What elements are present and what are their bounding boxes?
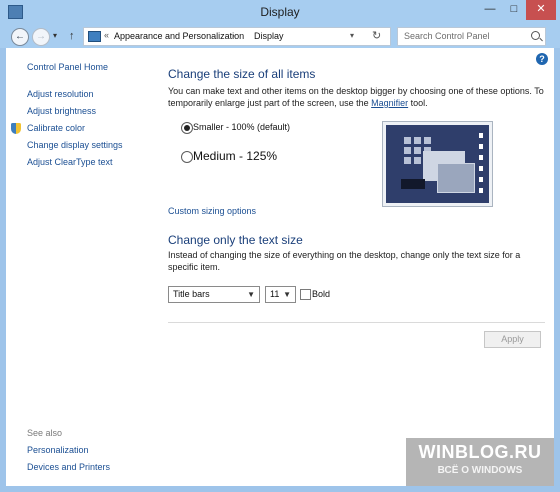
crumb-appearance[interactable]: Appearance and Personalization bbox=[114, 31, 244, 41]
recent-locations-button[interactable]: ▾ bbox=[53, 31, 57, 40]
control-panel-icon bbox=[88, 31, 101, 42]
text-size-heading: Change only the text size bbox=[168, 233, 303, 247]
chevron-down-icon: ▼ bbox=[247, 290, 255, 299]
preview-window-front bbox=[437, 163, 475, 193]
size-heading: Change the size of all items bbox=[168, 67, 316, 81]
minimize-button[interactable]: — bbox=[478, 0, 502, 20]
sidebar-change-display-settings[interactable]: Change display settings bbox=[27, 140, 123, 150]
window-title: Display bbox=[260, 5, 300, 19]
refresh-icon[interactable]: ↻ bbox=[372, 29, 381, 42]
forward-button[interactable]: → bbox=[32, 28, 50, 46]
watermark-line-1: WINBLOG.RU bbox=[418, 442, 542, 462]
search-icon[interactable] bbox=[531, 31, 540, 40]
title-bar[interactable]: Display — □ ✕ bbox=[0, 0, 560, 24]
help-icon[interactable]: ? bbox=[536, 53, 548, 65]
sidebar-personalization[interactable]: Personalization bbox=[27, 445, 89, 455]
size-option-smaller-label[interactable]: Smaller - 100% (default) bbox=[193, 122, 290, 132]
sidebar-control-panel-home[interactable]: Control Panel Home bbox=[27, 62, 108, 72]
crumb-separator-icon[interactable]: › bbox=[232, 31, 235, 40]
watermark: WINBLOG.RU ВСЁ О WINDOWS bbox=[406, 438, 554, 486]
preview-side-bar bbox=[479, 133, 483, 195]
shield-icon bbox=[11, 123, 21, 134]
watermark-line-2: ВСЁ О WINDOWS bbox=[437, 465, 523, 476]
see-also-heading: See also bbox=[27, 428, 63, 438]
sidebar-adjust-cleartype[interactable]: Adjust ClearType text bbox=[27, 157, 113, 167]
item-select[interactable]: Title bars ▼ bbox=[168, 286, 260, 303]
sidebar-adjust-brightness[interactable]: Adjust brightness bbox=[27, 106, 96, 116]
sidebar-devices-and-printers[interactable]: Devices and Printers bbox=[27, 462, 110, 472]
size-preview-image bbox=[382, 121, 493, 207]
address-bar: ← → ▾ ↑ « Appearance and Personalization… bbox=[0, 24, 560, 48]
maximize-button[interactable]: □ bbox=[502, 0, 526, 20]
address-dropdown-icon[interactable]: ▾ bbox=[350, 31, 354, 40]
crumb-display[interactable]: Display bbox=[254, 31, 284, 41]
search-input[interactable]: Search Control Panel bbox=[397, 27, 546, 46]
text-size-value: 11 bbox=[270, 289, 280, 299]
up-button[interactable]: ↑ bbox=[69, 30, 75, 42]
size-option-medium-radio[interactable] bbox=[181, 151, 193, 163]
size-option-smaller-radio[interactable] bbox=[181, 122, 193, 134]
sidebar-adjust-resolution[interactable]: Adjust resolution bbox=[27, 89, 94, 99]
magnifier-link[interactable]: Magnifier bbox=[371, 98, 408, 108]
size-description: You can make text and other items on the… bbox=[168, 85, 546, 109]
search-placeholder: Search Control Panel bbox=[404, 31, 490, 41]
custom-sizing-link[interactable]: Custom sizing options bbox=[168, 206, 256, 216]
breadcrumb[interactable]: « Appearance and Personalization › Displ… bbox=[83, 27, 391, 46]
item-select-value: Title bars bbox=[173, 289, 210, 299]
display-window: Display — □ ✕ ← → ▾ ↑ « Appearance and P… bbox=[0, 0, 560, 492]
preview-desktop bbox=[386, 125, 489, 203]
preview-taskbar bbox=[401, 179, 425, 189]
back-button[interactable]: ← bbox=[11, 28, 29, 46]
size-description-a: You can make text and other items on the… bbox=[168, 86, 544, 108]
hidden-crumbs-chevron[interactable]: « bbox=[104, 30, 109, 40]
bold-checkbox[interactable] bbox=[300, 289, 311, 300]
chevron-down-icon: ▼ bbox=[283, 290, 291, 299]
bold-label[interactable]: Bold bbox=[312, 289, 330, 299]
size-description-b: tool. bbox=[408, 98, 428, 108]
text-size-description: Instead of changing the size of everythi… bbox=[168, 250, 521, 272]
close-button[interactable]: ✕ bbox=[526, 0, 556, 20]
sidebar-calibrate-color[interactable]: Calibrate color bbox=[27, 123, 85, 133]
size-option-medium-label[interactable]: Medium - 125% bbox=[193, 149, 277, 163]
text-size-select[interactable]: 11 ▼ bbox=[265, 286, 296, 303]
apply-button[interactable]: Apply bbox=[484, 331, 541, 348]
divider bbox=[168, 322, 545, 323]
